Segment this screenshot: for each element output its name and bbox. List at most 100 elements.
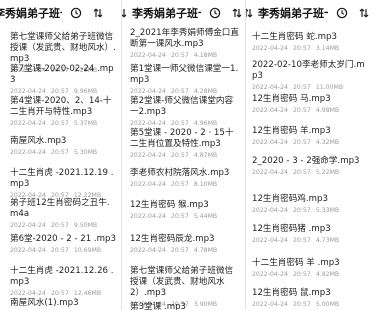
sort-icon[interactable] <box>229 5 245 21</box>
file-name: 12生肖密码 鼠.mp3 <box>252 288 331 298</box>
sort-icon[interactable] <box>90 5 106 21</box>
file-list-item[interactable]: 第1堂课一师父微信课堂一1.mp3 2022-04-24 20:57 4.28MB <box>130 64 241 96</box>
file-time: 20:57 <box>50 88 69 95</box>
file-list-item[interactable]: 南屋风水.mp3 2022-04-24 20:57 5.30MB <box>10 136 117 157</box>
file-list-item[interactable]: 弟子班12生肖密码之丑牛.m4a 2022-04-24 20:57 9.50MB <box>10 198 117 230</box>
file-date: 2022-04-24 <box>130 247 166 254</box>
file-meta: 2022-04-24 20:57 5.22MB <box>252 168 368 177</box>
file-list-item[interactable]: 2022-02-10李老师太岁门.mp3 2022-04-24 20:57 11.00… <box>252 60 368 92</box>
sort-icon[interactable] <box>122 5 130 21</box>
file-time: 20:57 <box>292 84 311 91</box>
file-name: 南屋风水.mp3 <box>10 136 67 146</box>
file-time: 20:57 <box>50 290 69 297</box>
file-name: 第1堂课一师父微信课堂一1.mp3 <box>130 64 239 85</box>
file-size: 4.78MB <box>193 247 218 254</box>
file-size: 4.82MB <box>315 271 340 278</box>
file-size: 4.28MB <box>193 88 218 95</box>
file-list-item[interactable]: 12生肖密码鸡.mp3 2022-04-24 20:57 5.33MB <box>252 194 368 215</box>
file-size: 8.10MB <box>193 181 218 188</box>
sort-icon[interactable] <box>356 5 372 21</box>
file-list-item[interactable]: 12生肖密码 猴.mp3 2022-04-24 20:57 5.44MB <box>130 200 241 221</box>
folder-title: 李秀娟弟子班十二... <box>132 7 201 20</box>
file-meta: 2022-04-24 20:57 5.33MB <box>252 206 368 215</box>
file-list-item[interactable]: 12生肖密码 鼠.mp3 2022-04-24 20:57 5.00MB <box>252 288 368 309</box>
file-time: 20:57 <box>292 45 311 52</box>
file-meta: 2022-04-24 20:57 8.10MB <box>130 180 241 189</box>
file-list-item[interactable]: 12生肖密码辰龙.mp3 2022-04-24 20:57 4.78MB <box>130 234 241 255</box>
file-date: 2022-04-24 <box>252 45 288 52</box>
file-list-item[interactable]: 12生肖密码 马.mp3 2022-04-24 20:57 4.98MB <box>252 94 368 115</box>
file-list-item[interactable]: 12生肖密码 羊.mp3 2022-04-24 20:57 4.32MB <box>252 126 368 147</box>
file-date: 2022-04-24 <box>10 88 46 95</box>
file-time: 20:57 <box>50 247 69 254</box>
file-name: 十二生肖虎 -2021.12.19 .mp3 <box>10 168 114 189</box>
file-size: 5.44MB <box>193 213 218 220</box>
file-meta: 2022-04-24 20:57 10.69MB <box>10 246 117 255</box>
file-list: 十二生肖密码 蛇.mp3 2022-04-24 20:57 3.14MB 2022-02… <box>246 26 372 310</box>
file-meta: 2022-04-24 20:57 12.46MB <box>10 289 117 298</box>
file-size: 9.50MB <box>73 222 98 229</box>
file-list-item[interactable]: 第6堂-2020 - 2 - 21 .mp3 2022-04-24 20:57 10.… <box>10 234 117 255</box>
file-name: 十二生肖虎 -2021.12.26 .mp3 <box>10 266 114 287</box>
file-time: 20:57 <box>170 52 189 59</box>
file-date: 2022-04-24 <box>130 181 166 188</box>
file-meta: 2022-04-24 20:57 9.50MB <box>10 221 117 230</box>
file-name: 弟子班12生肖密码之丑牛.m4a <box>10 198 110 219</box>
file-time: 20:57 <box>292 207 311 214</box>
panel-header: 李秀娟弟子班十二... <box>0 0 121 26</box>
file-time: 20:57 <box>292 271 311 278</box>
file-name: 李老师农村院落风水.mp3 <box>130 168 230 178</box>
file-time: 20:57 <box>292 107 311 114</box>
file-name: 12生肖密码 羊.mp3 <box>252 126 331 136</box>
history-icon[interactable] <box>68 5 84 21</box>
file-date: 2022-04-24 <box>130 52 166 59</box>
file-list-item[interactable]: 李老师农村院落风水.mp3 2022-04-24 20:57 8.10MB <box>130 168 241 189</box>
file-name: 12生肖密码 马.mp3 <box>252 94 331 104</box>
file-size: 4.96MB <box>193 120 218 127</box>
file-size: 5.30MB <box>73 149 98 156</box>
file-time: 20:57 <box>50 222 69 229</box>
file-size: 5.00MB <box>315 301 340 308</box>
file-list-item[interactable]: 南屋风水(1).mp3 <box>10 298 117 309</box>
file-size: 4.32MB <box>315 139 340 146</box>
file-meta: 2022-04-24 20:57 4.96MB <box>130 119 241 128</box>
history-icon[interactable] <box>207 5 223 21</box>
file-time: 20:57 <box>50 149 69 156</box>
file-list-item[interactable]: 第4堂课-2020、2、14-十二生肖开与特性.mp3 2022-04-24 20:… <box>10 96 117 128</box>
file-size: 5.37MB <box>73 120 98 127</box>
file-name: 12生肖密码 猴.mp3 <box>130 200 209 210</box>
file-size: 5.33MB <box>315 207 340 214</box>
file-list-panel-2: 李秀娟弟子班十二... 2_2021年李秀娟师傅金口直断第一课风水.mp3 202… <box>122 0 246 310</box>
file-list-item[interactable]: 第7堂课-2020-02-24 .mp3 2022-04-24 20:57 9.96M… <box>10 64 117 96</box>
file-date: 2022-04-24 <box>252 301 288 308</box>
file-list-item[interactable]: 十二生肖虎 -2021.12.19 .mp3 2022-04-24 20:57 12.… <box>10 168 117 200</box>
file-time: 20:57 <box>170 120 189 127</box>
file-date: 2022-04-24 <box>10 149 46 156</box>
file-date: 2022-04-24 <box>10 247 46 254</box>
file-list-item[interactable]: 十二生肖虎 -2021.12.26 .mp3 2022-04-24 20:57 12.… <box>10 266 117 298</box>
file-name: 十二生肖密码 蛇.mp3 <box>252 32 337 42</box>
sort-icon[interactable] <box>246 5 256 21</box>
file-list-item[interactable]: 第2堂课-师父微信课堂内容一2.mp3 2022-04-24 20:57 4.96MB <box>130 96 241 128</box>
file-date: 2022-04-24 <box>252 169 288 176</box>
file-time: 20:57 <box>50 120 69 127</box>
file-date: 2022-04-24 <box>130 120 166 127</box>
file-list-item[interactable]: 第5堂课 - 2020 - 2 · 15十二生肖位置及特性.mp3 2022-04… <box>130 128 241 160</box>
file-list-item[interactable]: 2_2020 - 3 - 2强命学.mp3 2022-04-24 20:57 5.22… <box>252 156 368 177</box>
folder-title: 李秀娟弟子班十二... <box>0 7 62 20</box>
file-meta: 2022-04-24 20:57 4.73MB <box>252 236 368 245</box>
file-list-item[interactable]: 2_2021年李秀娟师傅金口直断第一课风水.mp3 2022-04-24 20:57… <box>130 28 241 60</box>
file-date: 2022-04-24 <box>252 207 288 214</box>
file-size: 4.87MB <box>193 152 218 159</box>
file-list-item[interactable]: 十二生肖密码 羊 .mp3 2022-04-24 20:57 4.82MB <box>252 258 368 279</box>
file-date: 2022-04-24 <box>252 237 288 244</box>
file-name: 第2堂课-师父微信课堂内容一2.mp3 <box>130 96 234 117</box>
file-time: 20:57 <box>292 139 311 146</box>
file-meta: 2022-04-24 20:57 5.30MB <box>10 148 117 157</box>
file-list: 2_2021年李秀娟师傅金口直断第一课风水.mp3 2022-04-24 20:57… <box>122 26 245 310</box>
file-list-item[interactable]: 第3堂课 .mp3 <box>130 302 241 310</box>
file-list-item[interactable]: 十二生肖密码 蛇.mp3 2022-04-24 20:57 3.14MB <box>252 32 368 53</box>
file-list-item[interactable]: 12生肖密码猪 .mp3 2022-04-24 20:57 4.73MB <box>252 224 368 245</box>
file-date: 2022-04-24 <box>130 213 166 220</box>
history-icon[interactable] <box>334 5 350 21</box>
